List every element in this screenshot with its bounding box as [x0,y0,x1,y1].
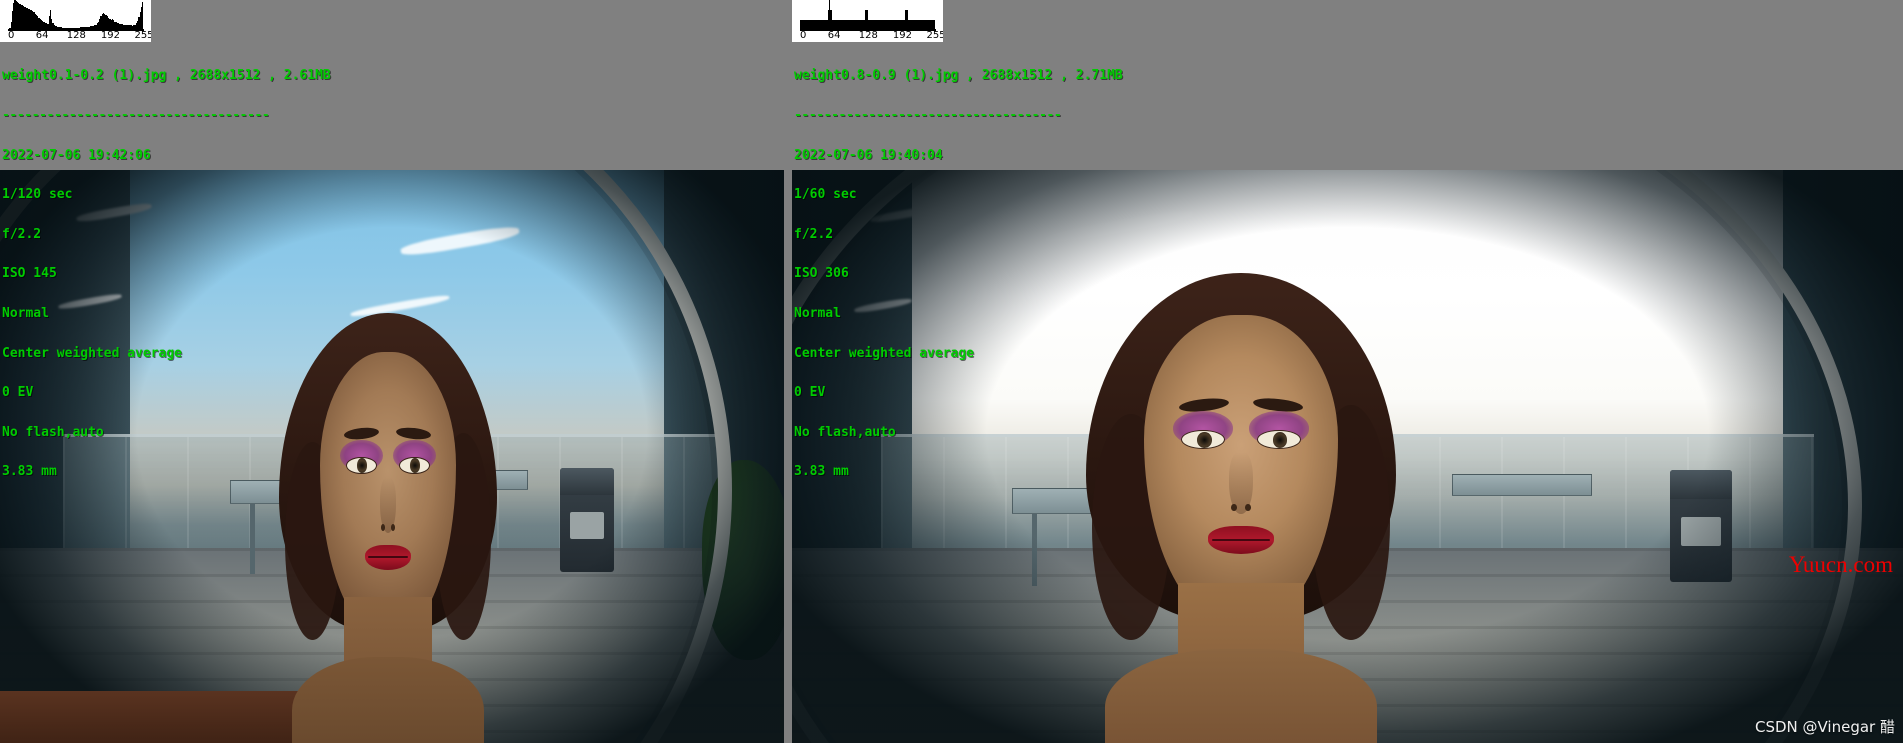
shoulders [1104,649,1378,743]
wooden-desk-edge [0,691,314,743]
exif-datetime: 2022-07-06 19:42:06 [2,147,151,163]
exif-filename: weight0.8-0.9 (1).jpg , 2688x1512 , 2.71… [794,68,1123,84]
histogram-tick-label: 0 [800,30,807,41]
exif-filename: weight0.1-0.2 (1).jpg , 2688x1512 , 2.61… [2,68,331,84]
histogram-right: 0 64 128 192 255 [792,0,943,42]
exif-datetime: 2022-07-06 19:40:04 [794,147,943,163]
histogram-tick-label: 128 [66,30,86,41]
histogram-left: 0 64 128 192 255 [0,0,151,42]
exif-metering: Center weighted average [2,345,183,361]
exif-exposure-bias: 0 EV [794,385,826,401]
exif-aperture: f/2.2 [794,226,834,242]
nostril-left [1230,503,1237,512]
exif-shutter: 1/60 sec [794,187,857,203]
exif-exposure-bias: 0 EV [2,385,34,401]
histogram-tick-label: 64 [827,30,841,41]
histogram-tick-label: 255 [926,30,943,41]
exif-focal-length: 3.83 mm [2,464,57,480]
exif-separator: ------------------------------------ [794,108,1062,123]
exif-iso: ISO 306 [794,266,849,282]
exif-text-left: weight0.1-0.2 (1).jpg , 2688x1512 , 2.61… [0,43,784,505]
site-watermark: Yuucn.com [1788,552,1893,577]
metadata-overlay-left: 0 64 128 192 255 weight0.1-0.2 (1).jpg , 268… [0,0,784,505]
exif-shutter: 1/120 sec [2,187,73,203]
histogram-tick-label: 128 [858,30,878,41]
histogram-tick-label: 64 [35,30,49,41]
histogram-tick-label: 192 [892,30,912,41]
exif-separator: ------------------------------------ [2,108,270,123]
histogram-tick-label: 255 [134,30,151,41]
exif-iso: ISO 145 [2,266,57,282]
nostril-right [1245,503,1252,512]
histogram-tick-label: 192 [100,30,120,41]
lips [364,544,412,571]
histogram-ticks-right: 0 64 128 192 255 [792,30,943,42]
exif-program: Normal [794,305,841,321]
histogram-ticks-left: 0 64 128 192 255 [0,30,151,42]
exif-metering: Center weighted average [794,345,975,361]
exif-text-right: weight0.8-0.9 (1).jpg , 2688x1512 , 2.71… [792,43,1903,505]
histogram-bar [142,2,144,30]
exif-flash: No flash,auto [2,424,104,440]
image-panel-right[interactable]: 0 64 128 192 255 weight0.8-0.9 (1).jpg , 268… [792,0,1903,743]
panel-divider [784,0,792,743]
exif-program: Normal [2,305,49,321]
exif-focal-length: 3.83 mm [794,464,849,480]
author-watermark: CSDN @Vinegar 醋 [1754,718,1895,736]
lips [1208,526,1274,555]
metadata-overlay-right: 0 64 128 192 255 weight0.8-0.9 (1).jpg , 268… [792,0,1903,505]
histogram-bars-right [800,0,936,30]
image-panel-left[interactable]: 0 64 128 192 255 weight0.1-0.2 (1).jpg , 268… [0,0,784,743]
shoulders [292,657,484,743]
histogram-tick-label: 0 [8,30,15,41]
comparison-viewer: 0 64 128 192 255 weight0.1-0.2 (1).jpg , 268… [0,0,1903,743]
histogram-bars-left [8,0,144,30]
nostril-right [390,524,396,531]
exif-aperture: f/2.2 [2,226,42,242]
exif-flash: No flash,auto [794,424,896,440]
nostril-left [380,524,386,531]
